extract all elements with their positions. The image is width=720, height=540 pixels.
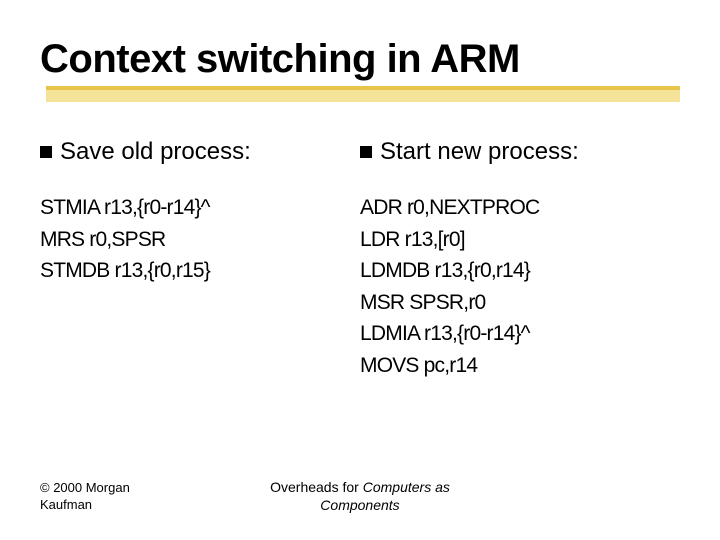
caption-italic: Computers as xyxy=(363,479,450,495)
square-bullet-icon xyxy=(40,146,52,158)
right-column: Start new process: ADR r0,NEXTPROC LDR r… xyxy=(360,138,680,381)
square-bullet-icon xyxy=(360,146,372,158)
left-code-block: STMIA r13,{r0-r14}^ MRS r0,SPSR STMDB r1… xyxy=(40,192,350,287)
title-underline xyxy=(46,86,680,110)
slide-title: Context switching in ARM xyxy=(40,38,680,80)
caption-line-2: Components xyxy=(320,497,399,513)
underline-light xyxy=(46,90,680,102)
right-code-block: ADR r0,NEXTPROC LDR r13,[r0] LDMDB r13,{… xyxy=(360,192,670,381)
caption-prefix: Overheads for xyxy=(270,479,363,495)
right-line-1: ADR r0,NEXTPROC xyxy=(360,196,539,219)
underline-dark xyxy=(46,86,680,90)
copyright: © 2000 Morgan Kaufman xyxy=(0,480,220,514)
right-line-6: MOVS pc,r14 xyxy=(360,354,477,377)
right-heading-text: Start new process: xyxy=(380,138,579,166)
copyright-line-1: © 2000 Morgan xyxy=(40,480,130,495)
right-line-5: LDMIA r13,{r0-r14}^ xyxy=(360,322,530,345)
copyright-line-2: Kaufman xyxy=(40,497,92,512)
right-line-2: LDR r13,[r0] xyxy=(360,228,465,251)
left-line-3: STMDB r13,{r0,r15} xyxy=(40,259,210,282)
left-column: Save old process: STMIA r13,{r0-r14}^ MR… xyxy=(40,138,360,381)
right-heading: Start new process: xyxy=(360,138,670,166)
left-line-2: MRS r0,SPSR xyxy=(40,228,165,251)
left-line-1: STMIA r13,{r0-r14}^ xyxy=(40,196,210,219)
center-caption: Overheads for Computers as Components xyxy=(220,478,500,514)
content-columns: Save old process: STMIA r13,{r0-r14}^ MR… xyxy=(40,138,680,381)
left-heading-text: Save old process: xyxy=(60,138,251,166)
slide: Context switching in ARM Save old proces… xyxy=(0,0,720,540)
right-line-3: LDMDB r13,{r0,r14} xyxy=(360,259,530,282)
slide-footer: © 2000 Morgan Kaufman Overheads for Comp… xyxy=(0,478,720,514)
left-heading: Save old process: xyxy=(40,138,350,166)
right-line-4: MSR SPSR,r0 xyxy=(360,291,485,314)
